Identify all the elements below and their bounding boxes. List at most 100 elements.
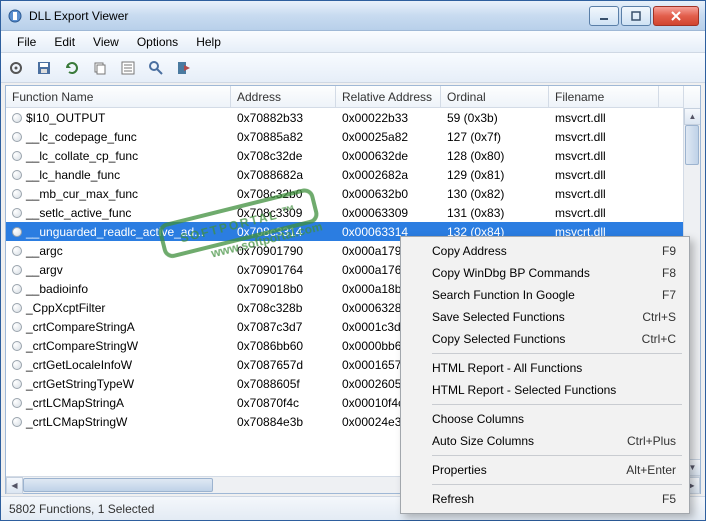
col-relative-address[interactable]: Relative Address — [336, 86, 441, 107]
cell-address: 0x7086bb60 — [231, 338, 336, 354]
cell-address: 0x7087657d — [231, 357, 336, 373]
menu-view[interactable]: View — [85, 32, 127, 52]
gear-icon[interactable] — [7, 59, 25, 77]
menu-item-label: Auto Size Columns — [432, 434, 627, 448]
col-function-name[interactable]: Function Name — [6, 86, 231, 107]
copy-icon[interactable] — [91, 59, 109, 77]
function-icon — [12, 417, 22, 427]
menu-item-label: Save Selected Functions — [432, 310, 642, 324]
window-title: DLL Export Viewer — [29, 9, 587, 23]
menu-item-label: HTML Report - All Functions — [432, 361, 676, 375]
menu-options[interactable]: Options — [129, 32, 186, 52]
menu-help[interactable]: Help — [188, 32, 229, 52]
titlebar[interactable]: DLL Export Viewer — [1, 1, 705, 31]
context-menu-item[interactable]: Copy Selected FunctionsCtrl+C — [404, 328, 686, 350]
table-row[interactable]: __lc_handle_func 0x7088682a0x0002682a129 … — [6, 165, 683, 184]
menu-separator — [432, 404, 682, 405]
table-row[interactable]: __lc_codepage_func0x70885a820x00025a8212… — [6, 127, 683, 146]
cell-ordinal: 59 (0x3b) — [441, 110, 549, 126]
menu-item-shortcut: Ctrl+S — [642, 310, 676, 324]
menu-file[interactable]: File — [9, 32, 44, 52]
cell-ordinal: 129 (0x81) — [441, 167, 549, 183]
function-icon — [12, 189, 22, 199]
menu-edit[interactable]: Edit — [46, 32, 83, 52]
cell-relative: 0x0002682a — [336, 167, 441, 183]
minimize-button[interactable] — [589, 6, 619, 26]
close-button[interactable] — [653, 6, 699, 26]
cell-address: 0x708c32de — [231, 148, 336, 164]
context-menu-item[interactable]: PropertiesAlt+Enter — [404, 459, 686, 481]
menu-separator — [432, 455, 682, 456]
cell-relative: 0x00063309 — [336, 205, 441, 221]
scroll-thumb-v[interactable] — [685, 125, 699, 165]
cell-function-name: __setlc_active_func — [26, 206, 131, 220]
menu-bar: File Edit View Options Help — [1, 31, 705, 53]
cell-address: 0x70870f4c — [231, 395, 336, 411]
menu-item-shortcut: F9 — [662, 244, 676, 258]
menu-item-shortcut: F7 — [662, 288, 676, 302]
table-row[interactable]: __lc_collate_cp_func0x708c32de0x000632de… — [6, 146, 683, 165]
refresh-icon[interactable] — [63, 59, 81, 77]
cell-address: 0x7088605f — [231, 376, 336, 392]
cell-address: 0x708c32b0 — [231, 186, 336, 202]
context-menu-item[interactable]: Auto Size ColumnsCtrl+Plus — [404, 430, 686, 452]
scroll-left-arrow[interactable]: ◀ — [6, 477, 23, 494]
context-menu-item[interactable]: Copy AddressF9 — [404, 240, 686, 262]
cell-address: 0x70901764 — [231, 262, 336, 278]
cell-function-name: __lc_collate_cp_func — [26, 149, 138, 163]
menu-item-label: Search Function In Google — [432, 288, 662, 302]
cell-filename: msvcrt.dll — [549, 205, 659, 221]
cell-function-name: __argc — [26, 244, 63, 258]
context-menu-item[interactable]: Search Function In GoogleF7 — [404, 284, 686, 306]
cell-address: 0x708c3309 — [231, 205, 336, 221]
menu-item-shortcut: F8 — [662, 266, 676, 280]
cell-address: 0x7087c3d7 — [231, 319, 336, 335]
table-row[interactable]: $I10_OUTPUT0x70882b330x00022b3359 (0x3b)… — [6, 108, 683, 127]
maximize-button[interactable] — [621, 6, 651, 26]
cell-function-name: _crtLCMapStringA — [26, 396, 124, 410]
menu-item-label: HTML Report - Selected Functions — [432, 383, 676, 397]
context-menu-item[interactable]: Copy WinDbg BP CommandsF8 — [404, 262, 686, 284]
menu-item-label: Copy Address — [432, 244, 662, 258]
cell-address: 0x70885a82 — [231, 129, 336, 145]
save-icon[interactable] — [35, 59, 53, 77]
function-icon — [12, 151, 22, 161]
cell-address: 0x708c328b — [231, 300, 336, 316]
context-menu-item[interactable]: Choose Columns — [404, 408, 686, 430]
col-ordinal[interactable]: Ordinal — [441, 86, 549, 107]
col-filename[interactable]: Filename — [549, 86, 659, 107]
scroll-thumb-h[interactable] — [23, 478, 213, 492]
table-row[interactable]: __mb_cur_max_func0x708c32b00x000632b0130… — [6, 184, 683, 203]
col-address[interactable]: Address — [231, 86, 336, 107]
cell-function-name: _crtLCMapStringW — [26, 415, 127, 429]
find-icon[interactable] — [147, 59, 165, 77]
function-icon — [12, 398, 22, 408]
function-icon — [12, 322, 22, 332]
cell-filename: msvcrt.dll — [549, 186, 659, 202]
exit-icon[interactable] — [175, 59, 193, 77]
scroll-corner — [683, 86, 700, 108]
context-menu-item[interactable]: HTML Report - Selected Functions — [404, 379, 686, 401]
scroll-up-arrow[interactable]: ▲ — [684, 108, 700, 125]
menu-item-label: Copy Selected Functions — [432, 332, 642, 346]
cell-function-name: __lc_handle_func — [26, 168, 120, 182]
cell-function-name: __argv — [26, 263, 63, 277]
context-menu: Copy AddressF9Copy WinDbg BP CommandsF8S… — [400, 236, 690, 514]
function-icon — [12, 227, 22, 237]
cell-function-name: __unguarded_readlc_active_ad... — [26, 225, 204, 239]
cell-address: 0x7088682a — [231, 167, 336, 183]
context-menu-item[interactable]: Save Selected FunctionsCtrl+S — [404, 306, 686, 328]
cell-address: 0x70901790 — [231, 243, 336, 259]
table-row[interactable]: __setlc_active_func0x708c33090x000633091… — [6, 203, 683, 222]
toolbar — [1, 53, 705, 83]
context-menu-item[interactable]: RefreshF5 — [404, 488, 686, 510]
cell-address: 0x70884e3b — [231, 414, 336, 430]
cell-function-name: _crtCompareStringA — [26, 320, 135, 334]
function-icon — [12, 113, 22, 123]
cell-address: 0x708c3314 — [231, 224, 336, 240]
function-icon — [12, 170, 22, 180]
properties-icon[interactable] — [119, 59, 137, 77]
cell-ordinal: 128 (0x80) — [441, 148, 549, 164]
menu-item-shortcut: Ctrl+C — [642, 332, 676, 346]
context-menu-item[interactable]: HTML Report - All Functions — [404, 357, 686, 379]
